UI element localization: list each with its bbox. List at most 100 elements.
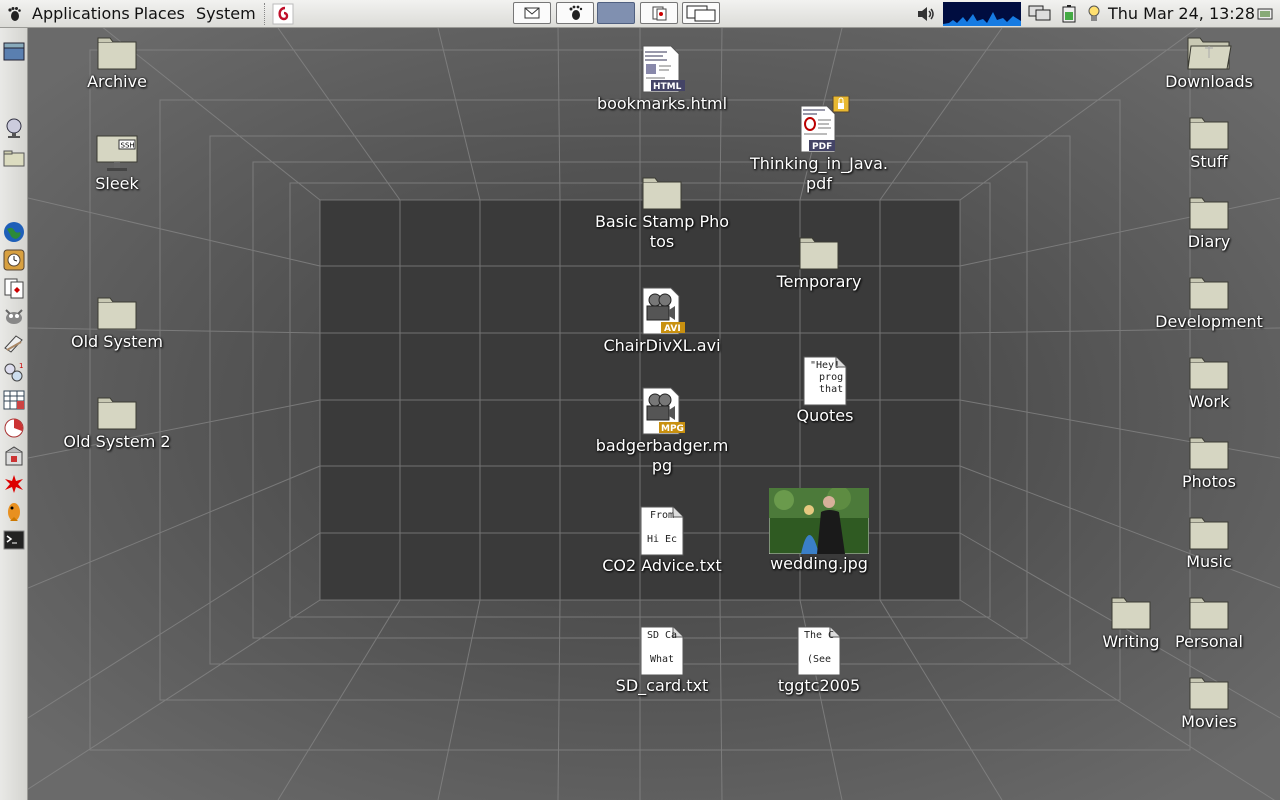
ssh-folder-icon: SSH	[96, 135, 138, 171]
folder-icon	[1189, 677, 1229, 710]
svg-text:1: 1	[19, 362, 23, 370]
icon-label: ChairDivXL.avi	[603, 336, 721, 355]
html-document-icon: HTML	[642, 45, 685, 93]
system-monitor-graph[interactable]	[943, 2, 1021, 26]
show-desktop-icon[interactable]	[1256, 6, 1274, 22]
top-panel: Applications Places System Thu Mar 24, 1…	[0, 0, 1280, 28]
desktop-icon-basic-stamp-photos[interactable]: Basic Stamp Photos	[592, 174, 732, 252]
taskbar-gnome-button[interactable]	[556, 2, 594, 24]
text-file-icon: "Hey! prog that	[802, 356, 848, 406]
gnome-foot-icon	[569, 5, 583, 20]
menu-system[interactable]: System	[196, 5, 256, 23]
icon-label: CO2 Advice.txt	[602, 556, 722, 575]
folder-icon	[1189, 197, 1229, 230]
icon-label: Movies	[1181, 712, 1237, 731]
workspace-switcher[interactable]	[682, 2, 720, 24]
desktop-icon-downloads[interactable]: Downloads	[1139, 34, 1279, 92]
desktop-icon-diary[interactable]: Diary	[1139, 194, 1279, 252]
clock[interactable]: Thu Mar 24, 13:28	[1108, 5, 1255, 23]
folder-icon[interactable]	[2, 146, 26, 170]
desktop-icon-tggtc2005[interactable]: The C (See tggtc2005	[749, 626, 889, 696]
icon-label: Diary	[1187, 232, 1231, 251]
calculator-icon[interactable]: 1	[2, 360, 26, 384]
workspace-1[interactable]	[597, 2, 635, 24]
text-preview: SD Ca What	[646, 630, 678, 665]
text-file-icon: The C (See	[796, 626, 842, 676]
desktop[interactable]: Archive SSH Sleek Old System Old System …	[28, 28, 1280, 800]
video-file-icon: MPG	[642, 387, 685, 435]
battery-icon[interactable]	[1059, 4, 1081, 24]
text-preview: From Hi Ec	[646, 510, 678, 545]
desktop-icon-old-system-2[interactable]: Old System 2	[47, 394, 187, 452]
power-icon[interactable]	[1086, 4, 1102, 24]
icon-label: badgerbadger.mpg	[595, 436, 729, 475]
text-editor-icon[interactable]	[2, 332, 26, 356]
gimp-icon[interactable]	[2, 304, 26, 328]
desktop-icon-badgerbadger-mpg[interactable]: MPG badgerbadger.mpg	[592, 386, 732, 476]
gnome-foot-icon[interactable]	[6, 6, 22, 22]
volume-icon[interactable]	[916, 5, 936, 23]
icon-label: Work	[1188, 392, 1230, 411]
spreadsheet-icon[interactable]	[2, 388, 26, 412]
svg-text:MPG: MPG	[661, 424, 684, 434]
package-icon[interactable]	[2, 444, 26, 468]
desktop-icon-movies[interactable]: Movies	[1139, 674, 1279, 732]
text-preview: The C (See	[803, 630, 835, 665]
desktop-icon-temporary[interactable]: Temporary	[749, 234, 889, 292]
icon-label: Downloads	[1165, 72, 1253, 91]
text-file-icon: SD Ca What	[639, 626, 685, 676]
web-browser-globe-icon[interactable]	[2, 220, 26, 244]
desktop-icon-quotes[interactable]: "Hey! prog that Quotes	[755, 356, 895, 426]
network-places-icon[interactable]	[2, 116, 26, 140]
desktop-icon-archive[interactable]: Archive	[47, 34, 187, 92]
menu-places[interactable]: Places	[134, 5, 185, 23]
pdf-document-icon: PDF	[800, 96, 850, 153]
icon-label: tggtc2005	[777, 676, 861, 695]
desktop-icon-thinking-in-java-pdf[interactable]: PDF Thinking_in_Java.pdf	[749, 96, 889, 194]
desktop-icon-photos[interactable]: Photos	[1139, 434, 1279, 492]
desktop-icon-music[interactable]: Music	[1139, 514, 1279, 572]
desktop-icon-bookmarks-html[interactable]: HTML bookmarks.html	[592, 44, 732, 114]
desktop-icon-old-system[interactable]: Old System	[47, 294, 187, 352]
cards-icon	[652, 6, 667, 21]
svg-text:PDF: PDF	[812, 142, 832, 152]
taskbar-mail-button[interactable]	[513, 2, 551, 24]
desktop-icon-writing[interactable]: Writing	[1061, 594, 1201, 652]
folder-icon	[1189, 437, 1229, 470]
icon-label: Quotes	[796, 406, 854, 425]
debian-swirl-icon[interactable]	[272, 3, 294, 25]
icon-label: wedding.jpg	[770, 554, 868, 573]
video-file-icon: AVI	[642, 287, 685, 335]
downloads-folder-icon	[1187, 37, 1232, 70]
icon-label: Archive	[87, 72, 147, 91]
menu-applications[interactable]: Applications	[32, 5, 130, 23]
desktop-icon-development[interactable]: Development	[1139, 274, 1279, 332]
folder-icon	[1111, 597, 1151, 630]
icon-label: Old System 2	[63, 432, 171, 451]
icon-label: Music	[1186, 552, 1232, 571]
sun-clock-icon[interactable]	[2, 248, 26, 272]
windows-icon	[686, 5, 716, 22]
fish-icon[interactable]	[2, 500, 26, 524]
desktop-icon-chairdivxl-avi[interactable]: AVI ChairDivXL.avi	[592, 286, 732, 356]
desktop-icon-work[interactable]: Work	[1139, 354, 1279, 412]
taskbar-cards-button[interactable]	[640, 2, 678, 24]
terminal-icon[interactable]	[2, 528, 26, 552]
folder-icon	[1189, 517, 1229, 550]
folder-icon	[1189, 357, 1229, 390]
red-splat-icon[interactable]	[2, 472, 26, 496]
folder-icon	[97, 37, 137, 70]
svg-text:SSH: SSH	[121, 142, 135, 150]
desktop-icon-sd-card-txt[interactable]: SD Ca What SD_card.txt	[592, 626, 732, 696]
cards-icon[interactable]	[2, 276, 26, 300]
icon-label: Writing	[1102, 632, 1160, 651]
desktop-icon-sleek[interactable]: SSH Sleek	[47, 130, 187, 194]
presentation-icon[interactable]	[2, 416, 26, 440]
desktop-icon-co2-advice-txt[interactable]: From Hi Ec CO2 Advice.txt	[592, 506, 732, 576]
drawer-icon[interactable]	[2, 40, 26, 64]
desktop-icon-wedding-jpg[interactable]: wedding.jpg	[749, 488, 889, 574]
icon-label: bookmarks.html	[596, 94, 728, 113]
network-icon[interactable]	[1027, 4, 1053, 24]
folder-icon	[97, 397, 137, 430]
desktop-icon-stuff[interactable]: Stuff	[1139, 114, 1279, 172]
